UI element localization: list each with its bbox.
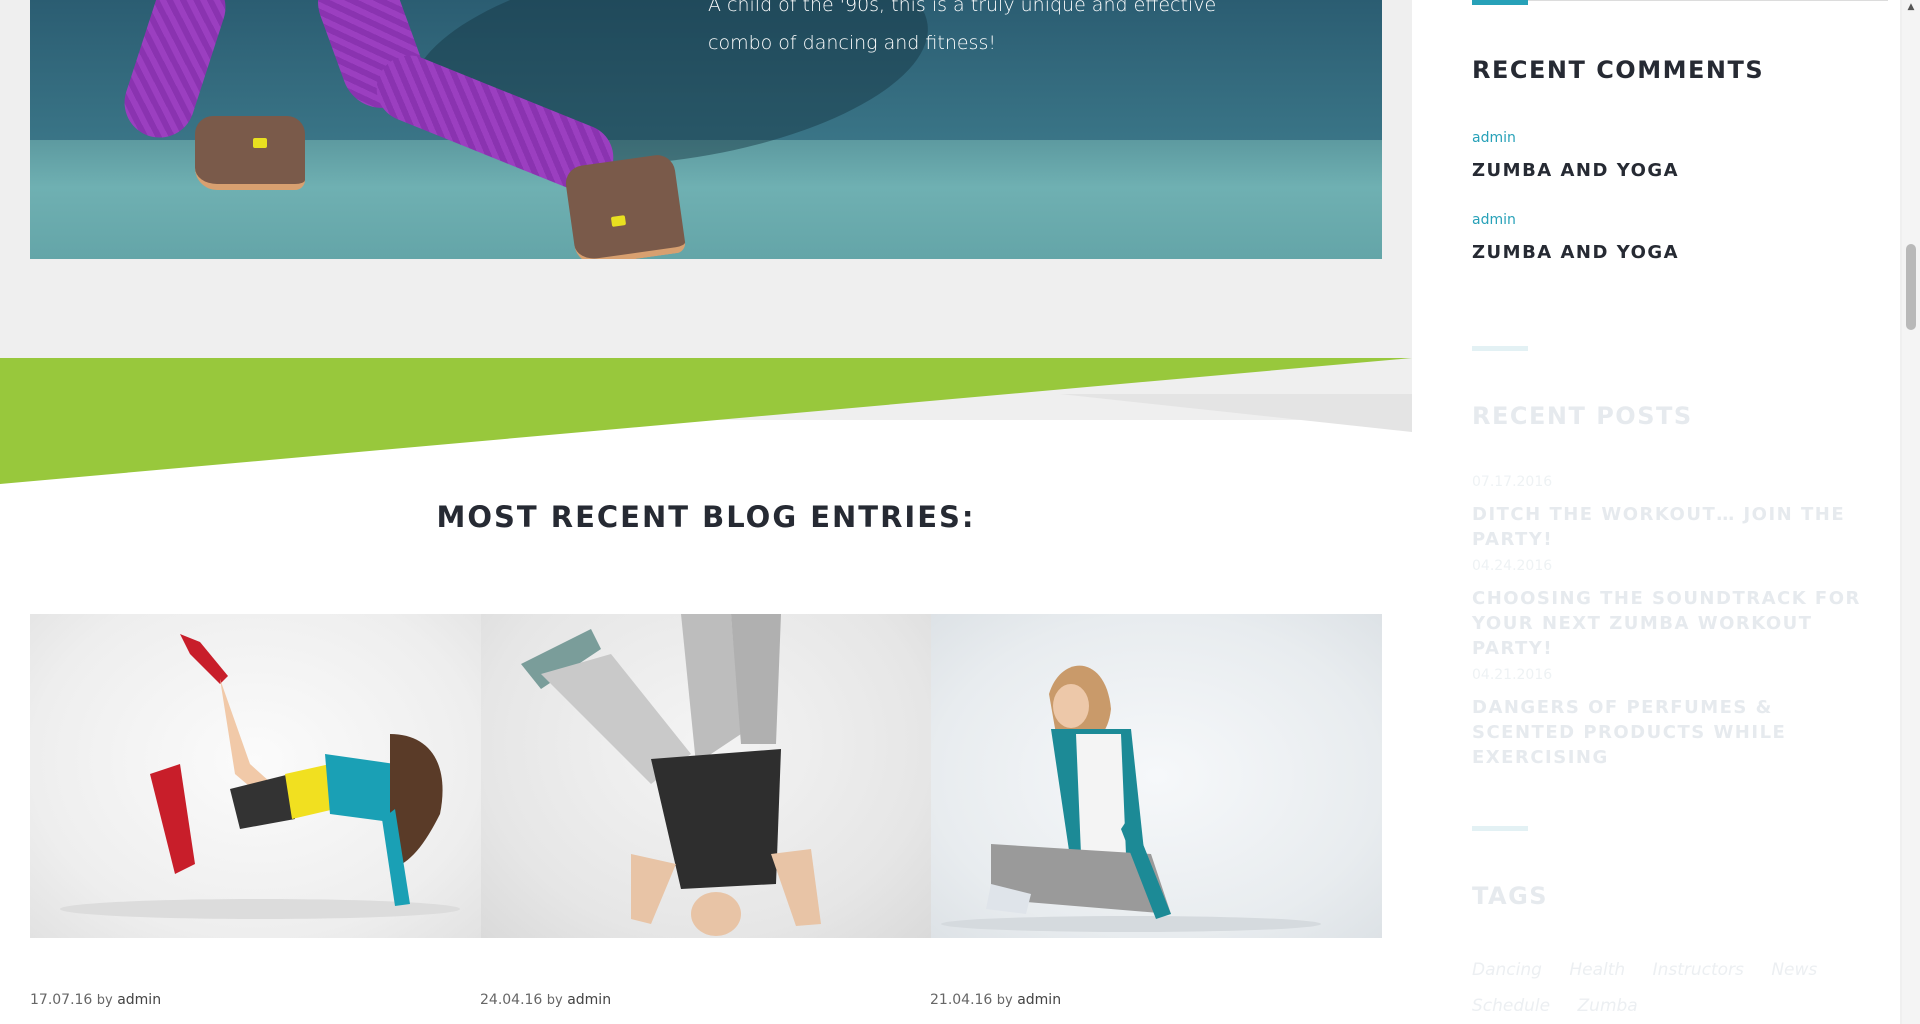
widget-accent-bar: [1472, 826, 1528, 831]
recent-comments-title: RECENT COMMENTS: [1472, 56, 1765, 84]
tag-link[interactable]: Schedule: [1472, 988, 1550, 1024]
tag-link[interactable]: News: [1771, 952, 1817, 988]
post-date[interactable]: 21.04.16: [930, 992, 992, 1008]
tag-cloud: Dancing Health Instructors News Schedule…: [1472, 952, 1892, 1024]
comment-post-link[interactable]: ZUMBA AND YOGA: [1472, 158, 1882, 183]
scroll-up-arrow-icon[interactable]: ▲: [1902, 0, 1920, 14]
hero-description: A child of the '90s, this is a truly uni…: [708, 0, 1217, 54]
post-by-label: by: [546, 993, 563, 1008]
recent-post-link[interactable]: CHOOSING THE SOUNDTRACK FOR YOUR NEXT ZU…: [1472, 586, 1882, 661]
post-author[interactable]: admin: [567, 992, 611, 1008]
post-date[interactable]: 24.04.16: [480, 992, 542, 1008]
blog-cards: [30, 614, 1382, 938]
recent-post-date: 07.17.2016: [1472, 474, 1553, 490]
comment-author[interactable]: admin: [1472, 130, 1516, 146]
post-by-label: by: [96, 993, 113, 1008]
tag-link[interactable]: Zumba: [1578, 988, 1638, 1024]
tag-link[interactable]: Dancing: [1472, 952, 1542, 988]
blog-meta-row: 17.07.16 by admin 24.04.16 by admin 21.0…: [30, 992, 1382, 1008]
widget-accent-bar: [1472, 0, 1528, 5]
post-author[interactable]: admin: [117, 992, 161, 1008]
sidebar: RECENT COMMENTS admin ZUMBA AND YOGA adm…: [1412, 0, 1900, 1024]
comment-post-link[interactable]: ZUMBA AND YOGA: [1472, 240, 1882, 265]
post-date[interactable]: 17.07.16: [30, 992, 92, 1008]
dancer-shoe-right: [563, 152, 687, 259]
blog-image-1[interactable]: [30, 614, 481, 938]
blog-heading: MOST RECENT BLOG ENTRIES:: [436, 500, 976, 534]
main-content: A child of the '90s, this is a truly uni…: [0, 0, 1412, 1024]
recent-post-date: 04.21.2016: [1472, 667, 1553, 683]
widget-divider-line: [1528, 0, 1888, 1]
tags-title: TAGS: [1472, 882, 1549, 910]
recent-post-date: 04.24.2016: [1472, 558, 1553, 574]
tag-link[interactable]: Health: [1569, 952, 1625, 988]
blog-image-2[interactable]: [481, 614, 931, 938]
comment-author[interactable]: admin: [1472, 212, 1516, 228]
dancer-shoe-left: [195, 116, 305, 190]
recent-posts-title: RECENT POSTS: [1472, 402, 1693, 430]
hero-image: A child of the '90s, this is a truly uni…: [30, 0, 1382, 259]
section-divider-banner: [0, 358, 1412, 488]
page-scrollbar[interactable]: ▲: [1902, 0, 1920, 1024]
tag-link[interactable]: Instructors: [1653, 952, 1744, 988]
scrollbar-thumb[interactable]: [1906, 244, 1916, 330]
blog-image-3[interactable]: [931, 614, 1382, 938]
post-author[interactable]: admin: [1017, 992, 1061, 1008]
post-by-label: by: [996, 993, 1013, 1008]
widget-accent-bar: [1472, 346, 1528, 351]
blog-meta-2: 24.04.16 by admin: [480, 992, 930, 1008]
recent-post-link[interactable]: DITCH THE WORKOUT… JOIN THE PARTY!: [1472, 502, 1882, 552]
recent-post-link[interactable]: DANGERS OF PERFUMES & SCENTED PRODUCTS W…: [1472, 695, 1882, 770]
blog-meta-1: 17.07.16 by admin: [30, 992, 480, 1008]
blog-meta-3: 21.04.16 by admin: [930, 992, 1380, 1008]
